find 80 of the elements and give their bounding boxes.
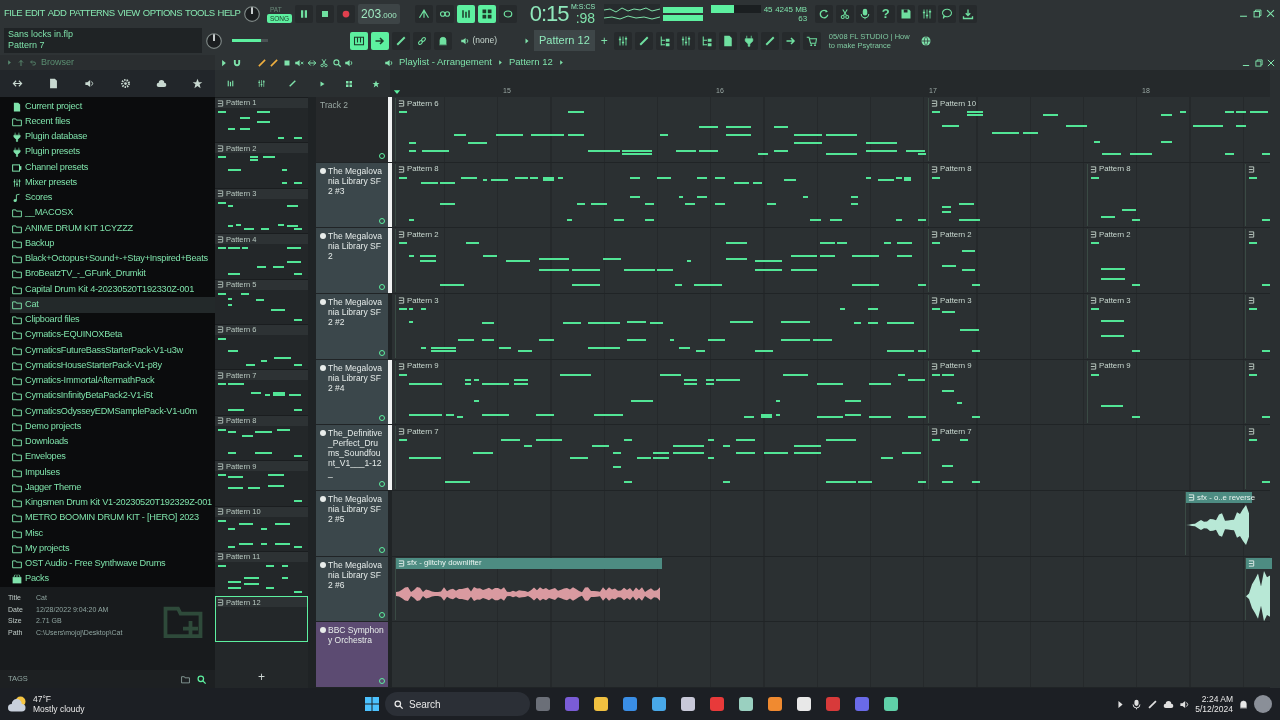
- browser-item[interactable]: Envelopes: [10, 449, 215, 465]
- browser-item[interactable]: __MACOSX: [10, 205, 215, 221]
- project-filename: Sans locks in.flp: [8, 29, 75, 40]
- browser-item[interactable]: Kingsmen Drum Kit V1-20230520T192329Z-001: [10, 495, 215, 511]
- track-name: The Megalovania Library SF2 #3: [328, 165, 383, 196]
- centiseconds: :98: [575, 10, 596, 25]
- track-header[interactable]: The Megalovania Library SF2: [316, 228, 388, 293]
- menu-item[interactable]: TOOLS: [185, 6, 215, 21]
- pattern-name: Pattern 12: [508, 55, 553, 70]
- browser-item[interactable]: Jagger Theme: [10, 480, 215, 496]
- menu-item[interactable]: HELP: [217, 6, 241, 21]
- track-header[interactable]: The Megalovania Library SF2 #6: [316, 556, 388, 622]
- browser-item[interactable]: Demo projects: [10, 419, 215, 435]
- tempo-display[interactable]: 203.000: [358, 3, 400, 24]
- browser-item[interactable]: Capital Drum Kit 4-20230520T192330Z-001: [10, 282, 215, 298]
- menu-item[interactable]: FILE: [4, 6, 23, 21]
- browser-item[interactable]: Channel presets: [10, 160, 215, 176]
- browser-item[interactable]: Downloads: [10, 434, 215, 450]
- polyphony-reading: 63: [798, 13, 808, 23]
- browser-item[interactable]: Scores: [10, 190, 215, 206]
- help-button[interactable]: ?: [876, 4, 895, 23]
- cpu-reading: 45: [763, 4, 773, 14]
- track-name: BBC Symphony Orchestra: [328, 625, 385, 646]
- clock-date[interactable]: 5/12/2024: [1195, 704, 1233, 714]
- browser-item[interactable]: CymaticsHouseStarterPack-V1-p8y: [10, 358, 215, 374]
- track-name: The Megalovania Library SF2 #2: [328, 297, 383, 327]
- add-button[interactable]: +: [215, 668, 308, 688]
- browser-item[interactable]: Black+Octopus+Sound+-+Stay+Inspired+Beats: [10, 251, 215, 267]
- track-header[interactable]: The_Definitive_Perfect_Drums_Soundfount_V1___1-12_: [316, 425, 388, 491]
- track-name: The Megalovania Library SF2 #4: [328, 362, 383, 393]
- browser-item[interactable]: CymaticsOdysseyEDMSamplePack-V1-u0m: [10, 404, 215, 420]
- track-name: The Megalovania Library SF2: [328, 231, 383, 262]
- add-pattern-button[interactable]: +: [597, 31, 611, 50]
- browser-item[interactable]: Cat: [10, 297, 215, 313]
- browser-item[interactable]: Clipboard files: [10, 312, 215, 328]
- browser-item[interactable]: CymaticsFutureBassStarterPack-V1-u3w: [10, 343, 215, 359]
- menu-item[interactable]: VIEW: [117, 6, 140, 21]
- browser-item[interactable]: Mixer presets: [10, 175, 215, 191]
- track-header[interactable]: Track 2: [316, 97, 388, 162]
- playlist-title: Playlist - Arrangement: [399, 55, 492, 70]
- browser-item[interactable]: BroBeatzTV_-_GFunk_Drumkit: [10, 266, 215, 282]
- track-name: The Megalovania Library SF2 #6: [328, 559, 383, 590]
- memory-reading: 4245 MB: [775, 4, 808, 14]
- pattern-selector[interactable]: Pattern 12: [534, 30, 595, 51]
- browser-item[interactable]: Plugin presets: [10, 144, 215, 160]
- menu-item[interactable]: ADD: [47, 6, 67, 21]
- browser-item[interactable]: METRO BOOMIN DRUM KIT - [HERO] 2023: [10, 510, 215, 526]
- track-header[interactable]: The Megalovania Library SF2 #2: [316, 294, 388, 359]
- track-header[interactable]: The Megalovania Library SF2 #4: [316, 359, 388, 425]
- track-name: The_Definitive_Perfect_Drums_Soundfount_V1___1-12_: [328, 428, 384, 479]
- browser-item[interactable]: Current project: [10, 99, 215, 115]
- browser-item[interactable]: CymaticsInfinityBetaPack2-V1-i5t: [10, 388, 215, 404]
- temperature: 47°F: [33, 694, 53, 704]
- browser-item[interactable]: Backup: [10, 236, 215, 252]
- browser-item[interactable]: ANIME DRUM KIT 1CYZZZ: [10, 221, 215, 237]
- browser-item[interactable]: OST Audio - Free Synthwave Drums: [10, 556, 215, 572]
- track-header[interactable]: The Megalovania Library SF2 #3: [316, 162, 388, 228]
- menu-item[interactable]: OPTIONS: [142, 6, 183, 21]
- hint-text: Pattern 7: [8, 40, 46, 51]
- track-header[interactable]: BBC Symphony Orchestra: [316, 622, 388, 688]
- menu-item[interactable]: EDIT: [25, 6, 45, 21]
- time-display: 0:15: [529, 2, 569, 25]
- browser-item[interactable]: Misc: [10, 526, 215, 542]
- browser-item[interactable]: Recent files: [10, 114, 215, 130]
- browser-title: Browser: [41, 55, 74, 69]
- browser-item[interactable]: Plugin database: [10, 129, 215, 145]
- browser-item[interactable]: Cymatics-ImmortalAftermathPack: [10, 373, 215, 389]
- channel-selector[interactable]: (none): [472, 34, 521, 47]
- browser-item[interactable]: Packs: [10, 571, 215, 587]
- track-name: Track 2: [320, 100, 349, 110]
- browser-item[interactable]: My projects: [10, 541, 215, 557]
- menu-item[interactable]: PATTERNS: [69, 6, 115, 21]
- search-placeholder: Search: [409, 697, 441, 712]
- search-field[interactable]: Search: [385, 692, 530, 716]
- track-header[interactable]: The Megalovania Library SF2 #5: [316, 491, 388, 556]
- track-name: The Megalovania Library SF2 #5: [328, 494, 383, 525]
- clock-time[interactable]: 2:24 AM: [1201, 694, 1233, 704]
- weather-text: Mostly cloudy: [33, 704, 85, 714]
- browser-item[interactable]: Impulses: [10, 465, 215, 481]
- browser-item[interactable]: Cymatics-EQUINOXBeta: [10, 327, 215, 343]
